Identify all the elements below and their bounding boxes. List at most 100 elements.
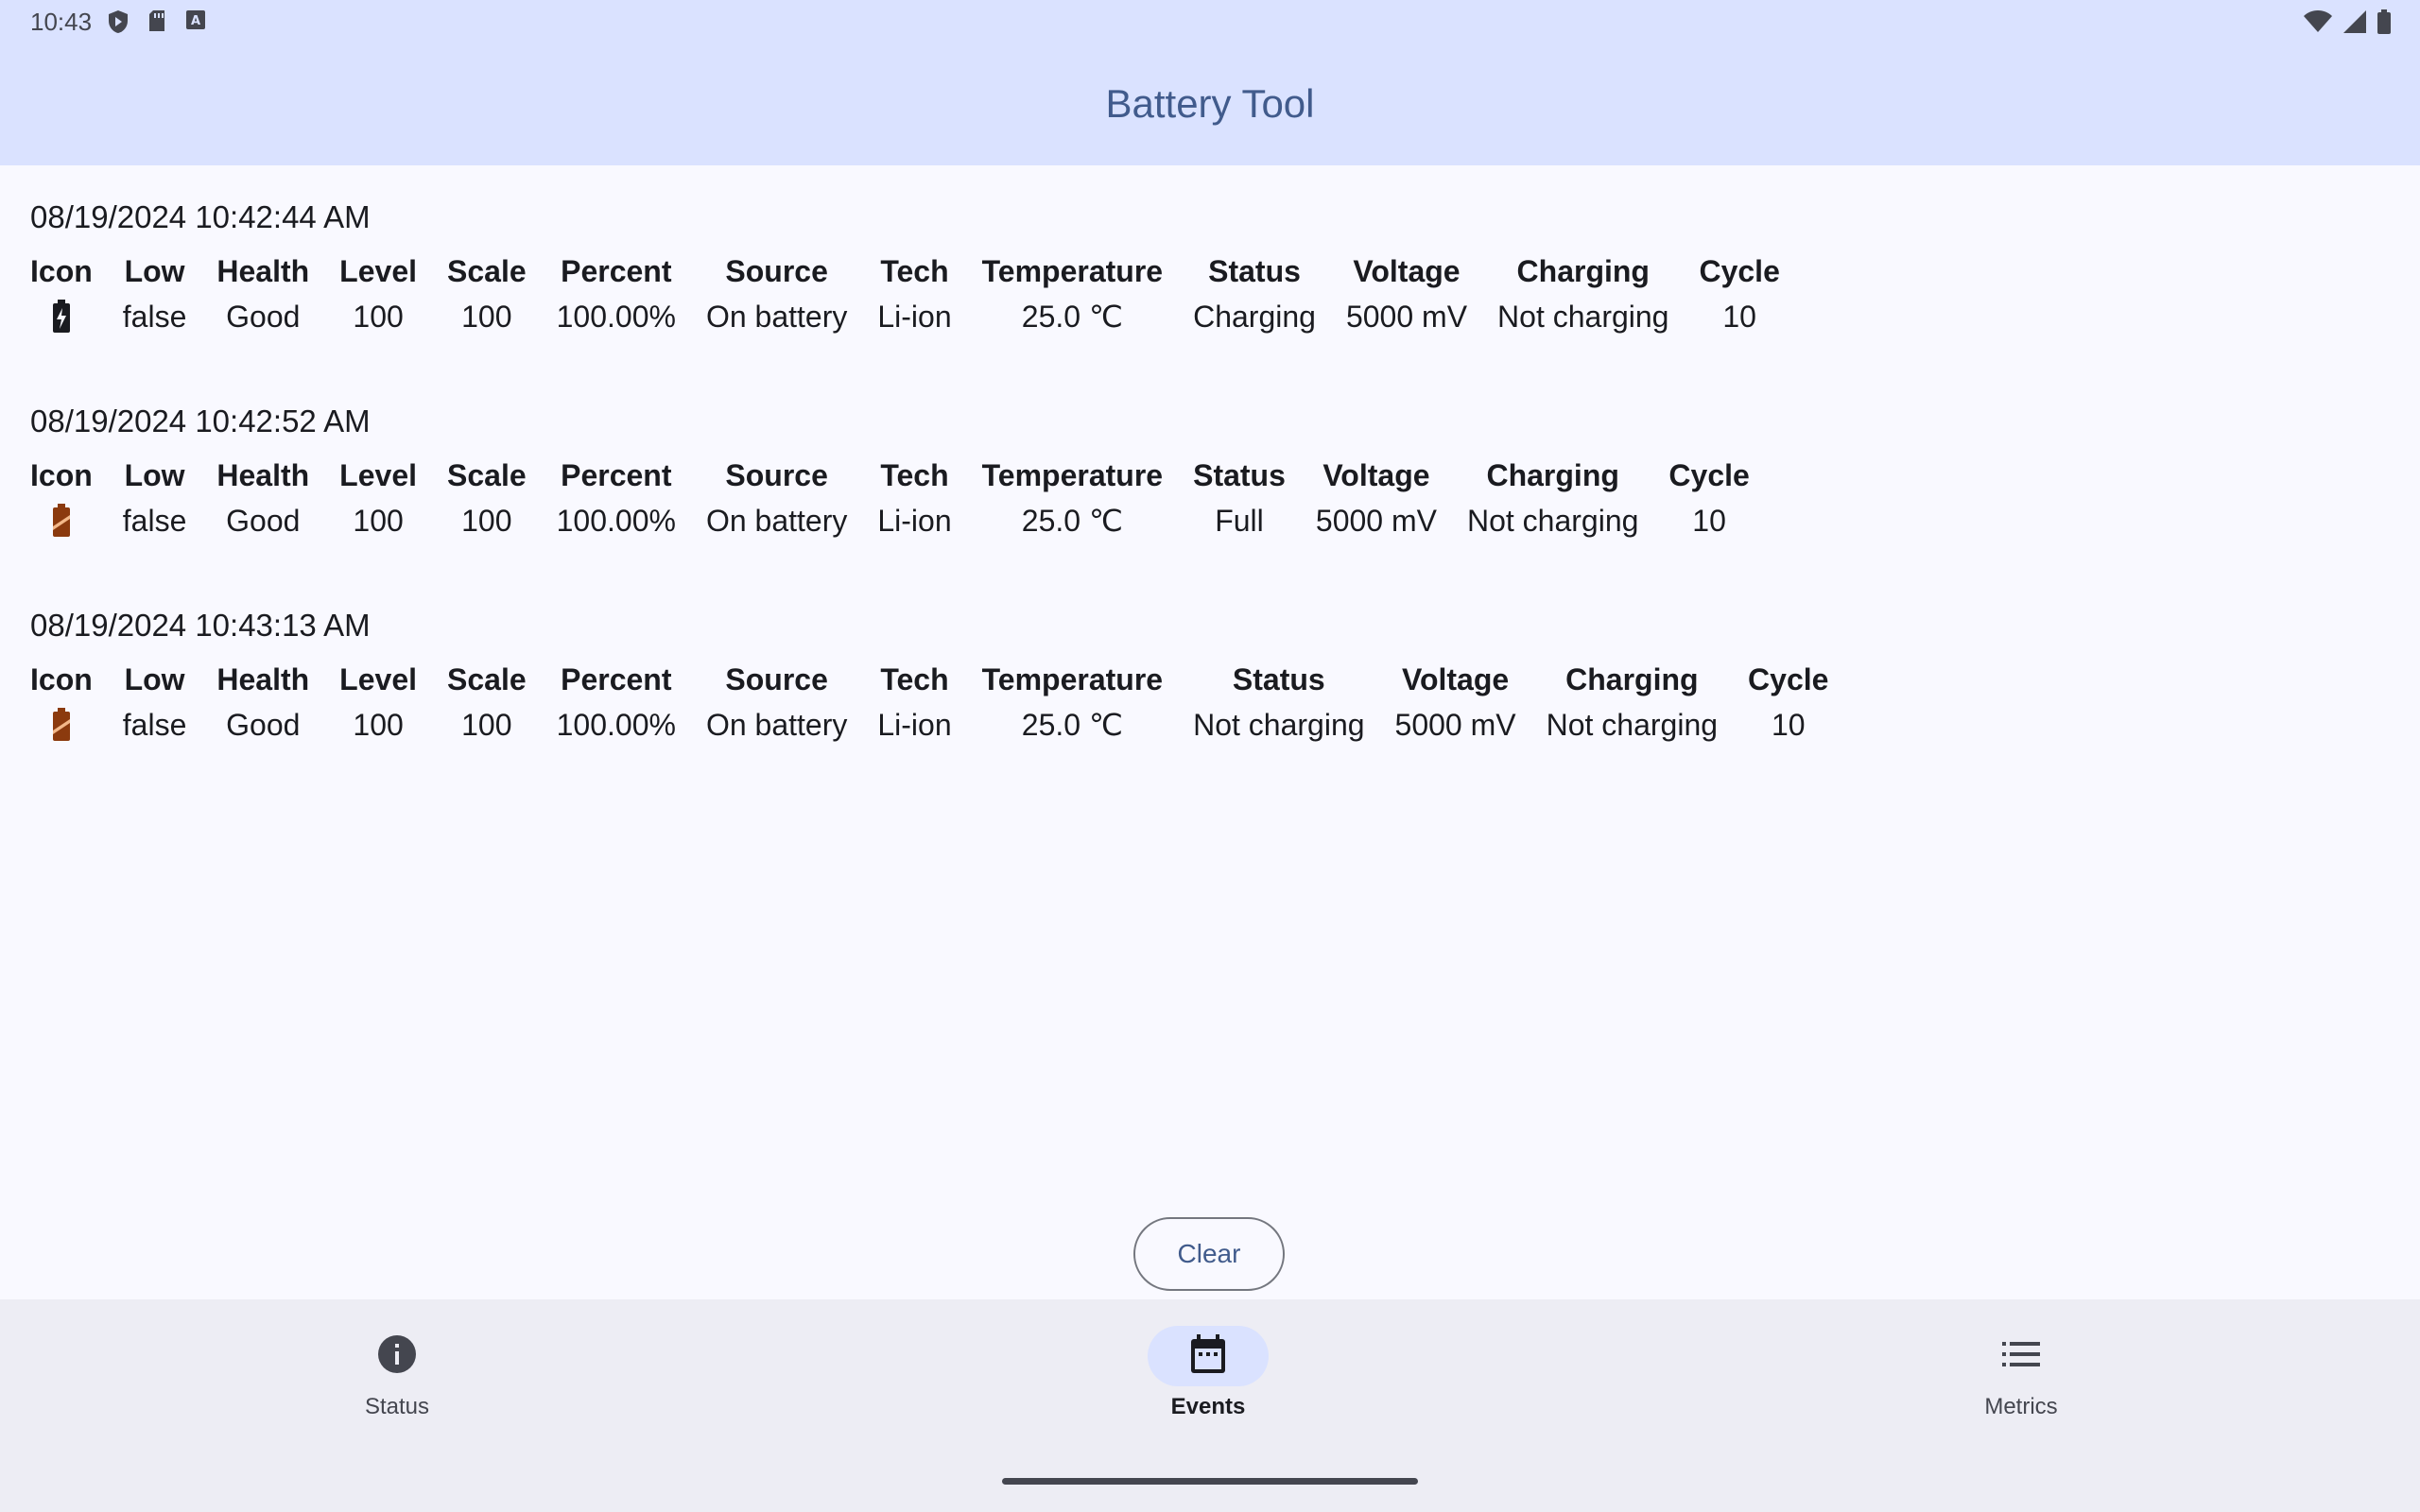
nav-metrics-indicator bbox=[1961, 1326, 2082, 1386]
event-timestamp: 08/19/2024 10:42:44 AM bbox=[30, 199, 371, 234]
column-scale: Scale 100 bbox=[447, 453, 527, 543]
value-voltage: 5000 mV bbox=[1345, 300, 1468, 334]
header-icon: Icon bbox=[30, 254, 93, 288]
column-percent: Percent 100.00% bbox=[557, 453, 676, 543]
value-status: Not charging bbox=[1193, 708, 1365, 742]
header-temperature: Temperature bbox=[981, 662, 1164, 696]
column-status: Status Full bbox=[1193, 453, 1286, 543]
value-scale: 100 bbox=[461, 708, 512, 742]
column-percent: Percent 100.00% bbox=[557, 657, 676, 747]
header-percent: Percent bbox=[561, 662, 672, 696]
event-timestamp: 08/19/2024 10:43:13 AM bbox=[30, 608, 371, 643]
column-source: Source On battery bbox=[706, 657, 847, 747]
clear-button[interactable]: Clear bbox=[1133, 1217, 1285, 1291]
nav-events[interactable]: Events bbox=[1114, 1326, 1303, 1420]
app-title: Battery Tool bbox=[1105, 81, 1315, 126]
value-scale: 100 bbox=[461, 504, 512, 538]
column-percent: Percent 100.00% bbox=[557, 249, 676, 339]
value-charging: Not charging bbox=[1546, 708, 1719, 742]
wifi-icon bbox=[2303, 9, 2333, 39]
value-level: 100 bbox=[353, 300, 404, 334]
header-charging: Charging bbox=[1565, 662, 1699, 696]
value-tech: Li-ion bbox=[877, 504, 952, 538]
column-voltage: Voltage 5000 mV bbox=[1395, 657, 1516, 747]
nav-status[interactable]: Status bbox=[302, 1326, 492, 1420]
column-icon: Icon bbox=[30, 249, 93, 339]
column-temperature: Temperature 25.0 ℃ bbox=[982, 249, 1163, 339]
value-level: 100 bbox=[353, 504, 404, 538]
column-tech: Tech Li-ion bbox=[877, 249, 951, 339]
battery-alert-icon bbox=[51, 702, 72, 747]
column-low: Low false bbox=[123, 453, 187, 543]
home-indicator bbox=[1002, 1478, 1418, 1485]
value-source: On battery bbox=[705, 300, 848, 334]
header-level: Level bbox=[339, 458, 417, 492]
nav-events-label: Events bbox=[1170, 1394, 1246, 1419]
column-health: Health Good bbox=[216, 453, 309, 543]
header-tech: Tech bbox=[880, 254, 949, 288]
status-time: 10:43 bbox=[30, 8, 93, 36]
header-level: Level bbox=[339, 662, 417, 696]
header-low: Low bbox=[124, 458, 185, 492]
column-scale: Scale 100 bbox=[447, 657, 527, 747]
svg-text:A: A bbox=[191, 14, 200, 28]
header-cycle: Cycle bbox=[1668, 458, 1750, 492]
column-health: Health Good bbox=[216, 249, 309, 339]
column-tech: Tech Li-ion bbox=[877, 453, 951, 543]
header-level: Level bbox=[339, 254, 417, 288]
top-app-bar: 10:43 A Battery Tool bbox=[0, 0, 2420, 165]
header-source: Source bbox=[725, 662, 828, 696]
value-temperature: 25.0 ℃ bbox=[1021, 504, 1123, 538]
value-status: Charging bbox=[1193, 300, 1316, 334]
column-low: Low false bbox=[123, 657, 187, 747]
column-tech: Tech Li-ion bbox=[877, 657, 951, 747]
column-temperature: Temperature 25.0 ℃ bbox=[982, 453, 1163, 543]
status-icons-right bbox=[2303, 9, 2392, 39]
list-icon bbox=[2002, 1340, 2040, 1373]
header-charging: Charging bbox=[1486, 458, 1619, 492]
value-health: Good bbox=[226, 300, 301, 334]
cell-signal-icon bbox=[2342, 9, 2367, 39]
header-voltage: Voltage bbox=[1353, 254, 1461, 288]
value-low: false bbox=[122, 300, 187, 334]
column-icon: Icon bbox=[30, 453, 93, 543]
nav-status-indicator bbox=[337, 1326, 458, 1386]
header-percent: Percent bbox=[561, 254, 672, 288]
value-cycle: 10 bbox=[1771, 708, 1806, 742]
value-low: false bbox=[122, 504, 187, 538]
nav-metrics[interactable]: Metrics bbox=[1927, 1326, 2116, 1420]
header-percent: Percent bbox=[561, 458, 672, 492]
event-table: Icon Low false Health Good Level 100 Scale 100 Pe… bbox=[30, 453, 1750, 543]
value-health: Good bbox=[226, 708, 301, 742]
column-source: Source On battery bbox=[706, 249, 847, 339]
header-icon: Icon bbox=[30, 662, 93, 696]
value-percent: 100.00% bbox=[556, 300, 676, 334]
value-temperature: 25.0 ℃ bbox=[1021, 300, 1123, 334]
value-level: 100 bbox=[353, 708, 404, 742]
column-low: Low false bbox=[123, 249, 187, 339]
sd-card-icon bbox=[147, 9, 166, 39]
header-temperature: Temperature bbox=[981, 254, 1164, 288]
column-charging: Charging Not charging bbox=[1547, 657, 1718, 747]
header-status: Status bbox=[1232, 662, 1325, 696]
value-cycle: 10 bbox=[1722, 300, 1756, 334]
value-percent: 100.00% bbox=[556, 708, 676, 742]
column-voltage: Voltage 5000 mV bbox=[1346, 249, 1467, 339]
column-charging: Charging Not charging bbox=[1467, 453, 1638, 543]
column-temperature: Temperature 25.0 ℃ bbox=[982, 657, 1163, 747]
nav-events-indicator bbox=[1148, 1326, 1269, 1386]
header-cycle: Cycle bbox=[1748, 662, 1829, 696]
shield-play-icon bbox=[108, 9, 129, 39]
bottom-navigation: Status Events Metrics bbox=[0, 1299, 2420, 1512]
header-cycle: Cycle bbox=[1699, 254, 1780, 288]
status-icons-left: A bbox=[108, 9, 206, 39]
header-charging: Charging bbox=[1516, 254, 1650, 288]
battery-charging-icon bbox=[51, 294, 72, 339]
header-health: Health bbox=[216, 254, 310, 288]
header-source: Source bbox=[725, 458, 828, 492]
value-temperature: 25.0 ℃ bbox=[1021, 708, 1123, 742]
header-icon: Icon bbox=[30, 458, 93, 492]
header-voltage: Voltage bbox=[1401, 662, 1510, 696]
column-voltage: Voltage 5000 mV bbox=[1316, 453, 1437, 543]
header-low: Low bbox=[124, 662, 185, 696]
